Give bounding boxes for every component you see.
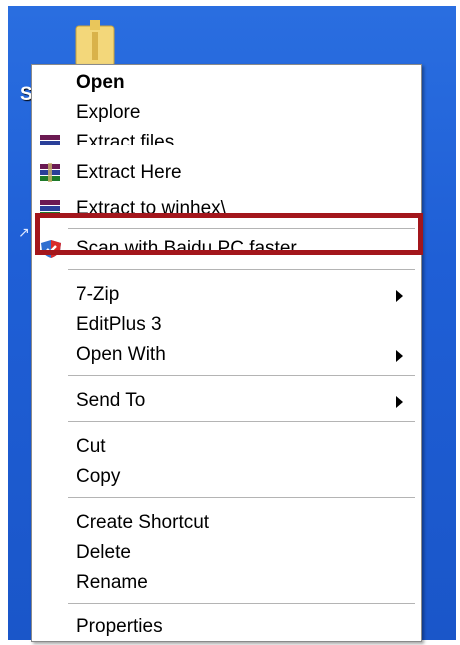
menu-item-create-shortcut[interactable]: Create Shortcut (32, 509, 421, 537)
menu-item-extract-here[interactable]: Extract Here (32, 159, 421, 187)
menu-separator (68, 497, 415, 498)
chevron-right-icon (396, 290, 403, 302)
desktop-shortcut-arrow: ↗ (18, 224, 30, 240)
menu-item-label: Extract Here (76, 162, 182, 183)
menu-item-label: Cut (76, 436, 106, 457)
menu-item-label: EditPlus 3 (76, 314, 162, 335)
menu-item-open-with[interactable]: Open With (32, 341, 421, 369)
menu-item-label: Copy (76, 466, 121, 487)
menu-item-properties[interactable]: Properties (32, 613, 421, 641)
menu-separator (68, 603, 415, 604)
menu-item-label: Extract files... (76, 132, 191, 145)
menu-separator (68, 375, 415, 376)
winrar-icon (40, 163, 60, 182)
highlight-box (35, 213, 423, 255)
menu-item-open[interactable]: Open (32, 69, 421, 97)
folder-icon[interactable] (72, 18, 118, 68)
menu-item-label: Send To (76, 390, 146, 411)
menu-item-label: Open With (76, 344, 166, 365)
menu-item-cut[interactable]: Cut (32, 433, 421, 461)
menu-separator (68, 421, 415, 422)
menu-item-label: Rename (76, 572, 148, 593)
menu-item-send-to[interactable]: Send To (32, 387, 421, 415)
menu-item-label: 7-Zip (76, 284, 120, 305)
menu-item-copy[interactable]: Copy (32, 463, 421, 491)
menu-item-label: Open (76, 72, 125, 93)
menu-item-label: Delete (76, 542, 131, 563)
context-menu: Open Explore Extract files... Extract He… (31, 64, 423, 642)
menu-item-extract-files[interactable]: Extract files... (32, 129, 421, 145)
menu-item-7zip[interactable]: 7-Zip (32, 281, 421, 309)
menu-item-delete[interactable]: Delete (32, 539, 421, 567)
menu-item-label: Explore (76, 102, 141, 123)
menu-item-rename[interactable]: Rename (32, 569, 421, 597)
winrar-icon (40, 135, 60, 145)
chevron-right-icon (396, 350, 403, 362)
menu-item-label: Create Shortcut (76, 512, 210, 533)
menu-item-explore[interactable]: Explore (32, 99, 421, 127)
menu-separator (68, 269, 415, 270)
chevron-right-icon (396, 396, 403, 408)
menu-item-label: Properties (76, 616, 163, 637)
menu-item-editplus[interactable]: EditPlus 3 (32, 311, 421, 339)
